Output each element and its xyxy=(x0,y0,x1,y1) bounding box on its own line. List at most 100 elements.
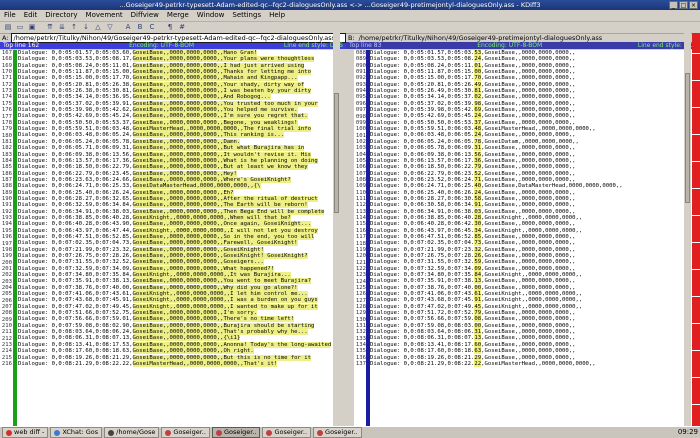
select-b-icon[interactable]: B xyxy=(135,23,145,32)
last-diff-icon[interactable]: ⇊ xyxy=(57,23,67,32)
taskbar-item-goseiger-1[interactable]: Goseiger.. xyxy=(161,427,210,438)
select-a-icon[interactable]: A xyxy=(123,23,133,32)
taskbar-item-home-gose[interactable]: /home/Gose xyxy=(104,427,160,438)
pane-a-scroll-thumb[interactable] xyxy=(334,93,339,213)
prev-conflict-icon[interactable]: △ xyxy=(93,23,103,32)
menu-settings[interactable]: Settings xyxy=(228,10,265,20)
line-rest-text: ,GoseiBase,,0000,0000,0000,, xyxy=(481,202,576,209)
overview-marker xyxy=(692,53,700,54)
line-changed-text: GoseiBase,,0000,0000,0000,,Then Bega End… xyxy=(132,208,325,215)
pane-b-top-line: Top line 83 xyxy=(349,42,382,49)
line-rest-text: ,GoseiBase,,0000,0000,0000,, xyxy=(481,246,576,253)
line-number: 102 xyxy=(355,138,366,145)
line-text: Dialogue: 0,0:08:13.41,0:08:17.53, xyxy=(18,341,133,348)
new-icon[interactable]: ▤ xyxy=(3,23,13,32)
app-icon xyxy=(165,429,172,436)
pane-a-scrollbar[interactable] xyxy=(333,33,340,433)
line-text: Dialogue: 0,0:05:34.14,0:05:36.95, xyxy=(18,94,133,101)
first-diff-icon[interactable]: ⇈ xyxy=(45,23,55,32)
line-number: 208 xyxy=(1,310,12,317)
line-changed-text: GoseiBase,,0000,0000,0000,,Damn. xyxy=(132,138,241,145)
next-delta-icon[interactable]: ↓ xyxy=(81,23,91,32)
line-text: Dialogue: 0,0:06:05.24,0:06:05.78, xyxy=(18,138,133,145)
select-c-icon[interactable]: C xyxy=(147,23,157,32)
line-text: Dialogue: 0,0:06:43.97,0:06:45. xyxy=(370,227,475,234)
taskbar-item-goseiger-2[interactable]: Goseiger.. xyxy=(211,427,261,438)
line-text: Dialogue: 0,0:08:21.29,0:08:22.22, xyxy=(18,360,133,367)
menu-diffview[interactable]: Diffview xyxy=(127,10,163,20)
show-line-numbers-icon[interactable]: # xyxy=(177,23,187,32)
line-number: 202 xyxy=(1,272,12,279)
pane-b-scrollbar[interactable] xyxy=(684,33,691,433)
taskbar-item-goseiger-4[interactable]: Goseiger.. xyxy=(313,427,362,438)
menu-merge[interactable]: Merge xyxy=(163,10,193,20)
line-text: Dialogue: 0,0:07:34.80,0:07:35.84, xyxy=(18,272,133,279)
menu-file[interactable]: File xyxy=(0,10,20,20)
menu-window[interactable]: Window xyxy=(193,10,229,20)
diff-overview-bar[interactable] xyxy=(692,33,700,437)
line-changed-text: GoseiBase,,0000,0000,0000,,Farewell, Gos… xyxy=(132,240,298,247)
line-number: 189 xyxy=(1,189,12,196)
pane-b-scroll-thumb[interactable] xyxy=(685,73,690,203)
menu-edit[interactable]: Edit xyxy=(20,10,42,20)
pane-b-info-bar: Top line 83 Encoding: UTF-8-BOM Line end… xyxy=(346,42,700,49)
overview-marker xyxy=(692,188,700,189)
line-number: 117 xyxy=(355,234,366,241)
line-number: 193 xyxy=(1,215,12,222)
line-text: Dialogue: 0,0:06:34.91,0:06:38.03, xyxy=(18,208,133,215)
close-button[interactable]: × xyxy=(689,1,698,9)
line-text: Dialogue: 0,0:07:35.91,0:07:38. xyxy=(370,278,475,285)
menu-directory[interactable]: Directory xyxy=(41,10,81,20)
line-changed-text: GoseiBase,,0000,0000,0000,,I'm sorry. xyxy=(132,310,258,317)
prev-delta-icon[interactable]: ↑ xyxy=(69,23,79,32)
pane-b-text-view[interactable]: 088 089 090 091 092 093 094 095 096 097 098 099 100 1… xyxy=(354,50,697,433)
next-conflict-icon[interactable]: ▽ xyxy=(105,23,115,32)
line-changed-text: GoseiBase,,0000,0000,0000,,And Robogog..… xyxy=(132,94,271,101)
line-rest-text: ,GoseiMasterHead,,0000,0000,0000,, xyxy=(481,126,596,133)
line-text: Dialogue: 0,0:05:37.02,0:05:39. xyxy=(370,100,475,107)
line-number: 135 xyxy=(355,348,366,355)
line-rest-text: ,GoseiKnight,,0000,0000,0000,, xyxy=(481,303,583,310)
line-text: Dialogue: 0,0:06:24.71,0:06:25.33, xyxy=(18,183,133,190)
line-text: Dialogue: 0,0:05:01.57,0:05:03.60, xyxy=(18,50,133,56)
taskbar-item-goseiger-3[interactable]: Goseiger.. xyxy=(262,427,312,438)
line-rest-text: ,GoseiBase,,0000,0000,0000,, xyxy=(481,322,576,329)
line-number: 199 xyxy=(1,253,12,260)
line-number: 110 xyxy=(355,189,366,196)
line-changed-text: GoseiBase,,0000,0000,0000,,You trusted t… xyxy=(132,100,318,107)
line-text: Dialogue: 0,0:05:42.69,0:05:45. xyxy=(370,113,475,120)
line-text: Dialogue: 0,0:06:40.28,0:06:43.90, xyxy=(18,221,133,228)
line-text: Dialogue: 0,0:07:31.55,0:07:32. xyxy=(370,259,475,266)
line-text: Dialogue: 0,0:07:26.75,0:07:28. xyxy=(370,253,475,259)
line-number: 129 xyxy=(355,310,366,317)
taskbar-item-xchat[interactable]: XChat: Gos xyxy=(50,427,103,438)
line-text: Dialogue: 0,0:07:26.75,0:07:28.26, xyxy=(18,253,133,259)
line-number: 187 xyxy=(1,177,12,183)
line-changed-text: GoseiBase,,0000,0000,0000,,Hey! xyxy=(132,170,237,177)
line-number: 111 xyxy=(355,196,366,203)
maximize-button[interactable]: □ xyxy=(679,1,688,9)
line-text: Dialogue: 0,0:06:18.50,0:06:22. xyxy=(370,164,475,171)
open-icon[interactable]: ▭ xyxy=(15,23,25,32)
taskbar-item-web-diff[interactable]: web diff - xyxy=(2,427,49,438)
line-rest-text: ,GoseiBase,,0000,0000,0000,, xyxy=(481,335,576,342)
line-text: Dialogue: 0,0:08:19.26,0:08:21. xyxy=(370,354,475,361)
line-number: 108 xyxy=(355,177,366,183)
line-text: Dialogue: 0,0:05:20.81,0:05:26.38, xyxy=(18,81,133,88)
show-whitespace-icon[interactable]: ¶ xyxy=(165,23,175,32)
pane-a-text-view[interactable]: 167 168 169 170 171 172 173 174 175 176 177 178 179 1… xyxy=(0,50,333,433)
line-number: 132 xyxy=(355,329,366,336)
menu-help[interactable]: Help xyxy=(265,10,289,20)
menu-movement[interactable]: Movement xyxy=(82,10,127,20)
save-icon[interactable]: ▣ xyxy=(27,23,37,32)
overview-marker xyxy=(692,269,700,270)
line-number: 186 xyxy=(1,170,12,177)
line-number: 125 xyxy=(355,284,366,291)
line-number: 210 xyxy=(1,323,12,330)
minimize-button[interactable]: _ xyxy=(669,1,678,9)
line-number: 133 xyxy=(355,335,366,342)
line-number: 091 xyxy=(355,69,366,76)
pane-b-path-input[interactable]: /home/petrkr/Titulky/Nihon/49/Goseiger49… xyxy=(357,34,700,42)
line-text: Dialogue: 0,0:07:51.72,0:07:52. xyxy=(370,310,475,317)
pane-a-path-input[interactable]: /home/petrkr/Titulky/Nihon/49/Goseiger49… xyxy=(10,32,346,43)
